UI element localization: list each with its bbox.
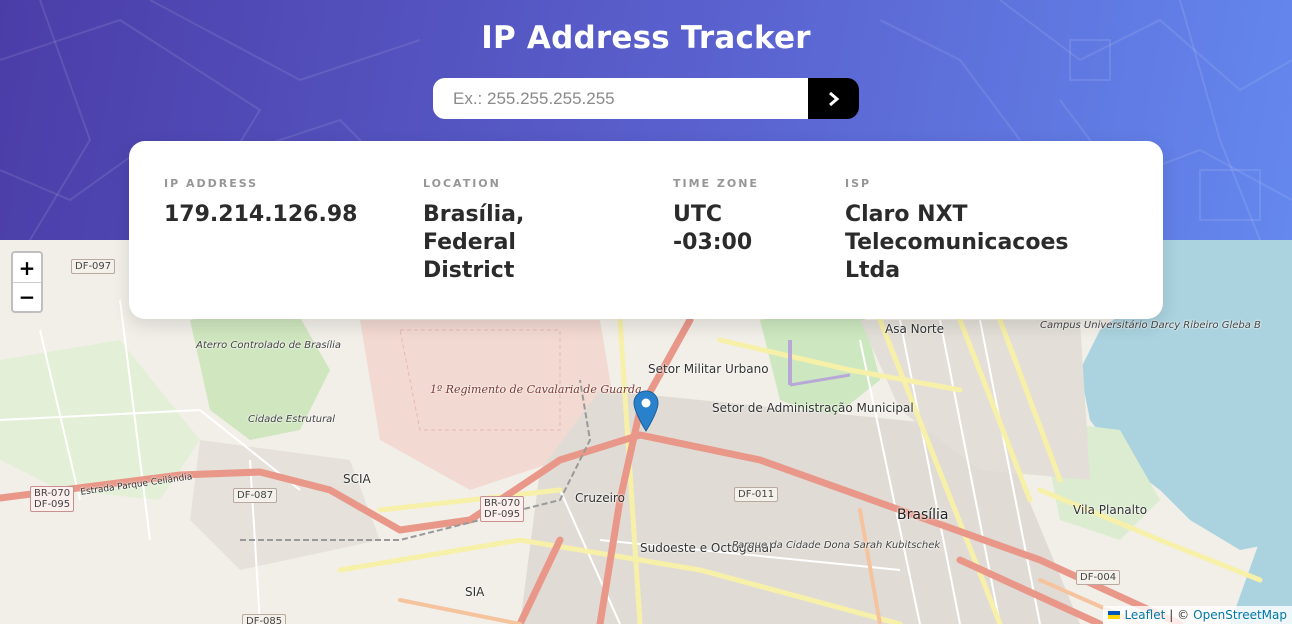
location-marker-icon[interactable]: [633, 390, 659, 432]
ip-search-form: [433, 78, 859, 119]
map-label-cruzeiro: Cruzeiro: [575, 491, 625, 505]
timezone-field: TIME ZONE UTC -03:00: [673, 177, 763, 257]
road-shield-df095-b-text: DF-095: [484, 509, 521, 520]
openstreetmap-link[interactable]: OpenStreetMap: [1193, 608, 1287, 622]
road-shield-br070-a-text: BR-070: [34, 488, 71, 499]
map-label-aterro: Aterro Controlado de Brasília: [196, 340, 342, 351]
map-attribution: Leaflet | © OpenStreetMap: [1103, 606, 1292, 624]
road-shield-br070-b-text: BR-070: [484, 498, 521, 509]
location-field: LOCATION Brasília, Federal District: [423, 177, 563, 285]
ip-address-field: IP ADDRESS 179.214.126.98: [164, 177, 364, 229]
road-shield-df004: DF-004: [1076, 570, 1121, 585]
ip-address-value: 179.214.126.98: [164, 202, 358, 227]
isp-field: ISP Claro NXT Telecomunicacoes Ltda: [845, 177, 1075, 285]
map-zoom-control: + −: [11, 251, 43, 313]
ip-search-input[interactable]: [433, 78, 808, 119]
timezone-label: TIME ZONE: [673, 177, 759, 190]
road-shield-df087: DF-087: [233, 488, 278, 503]
location-label: LOCATION: [423, 177, 501, 190]
map-label-campus: Campus Universitário Darcy Ribeiro Gleba…: [1040, 320, 1261, 331]
zoom-out-button[interactable]: −: [13, 282, 41, 311]
isp-value: Claro NXT Telecomunicacoes Ltda: [845, 202, 1069, 283]
road-shield-df085: DF-085: [242, 614, 287, 624]
map-label-scia: SCIA: [343, 472, 371, 486]
map-label-vila-planalto: Vila Planalto: [1073, 503, 1148, 517]
road-shield-br070-a: BR-070 DF-095: [30, 486, 75, 512]
road-shield-df095-a-text: DF-095: [34, 499, 71, 510]
map-label-asa-norte: Asa Norte: [885, 322, 944, 336]
leaflet-link[interactable]: Leaflet: [1124, 608, 1165, 622]
attribution-separator: | ©: [1169, 608, 1190, 622]
page-title: IP Address Tracker: [481, 20, 811, 56]
zoom-in-button[interactable]: +: [13, 253, 41, 282]
isp-label: ISP: [845, 177, 872, 190]
map-label-sudoeste: Sudoeste e Octogonal: [640, 541, 773, 555]
road-shield-df097: DF-097: [71, 259, 116, 274]
chevron-right-icon: [828, 91, 839, 106]
map-label-setor-admin: Setor de Administração Municipal: [712, 401, 914, 415]
road-shield-df011: DF-011: [734, 487, 779, 502]
map-label-setor-militar: Setor Militar Urbano: [648, 362, 769, 376]
map-label-regimento: 1º Regimento de Cavalaria de Guarda: [430, 383, 642, 396]
ukraine-flag-icon: [1108, 611, 1121, 619]
map-label-brasilia: Brasília: [897, 507, 949, 523]
location-value: Brasília, Federal District: [423, 202, 525, 283]
map-label-parque: Parque da Cidade Dona Sarah Kubitschek: [732, 540, 940, 551]
map-label-sia: SIA: [465, 585, 485, 599]
timezone-value: UTC -03:00: [673, 202, 753, 255]
ip-info-card: IP ADDRESS 179.214.126.98 LOCATION Brasí…: [129, 141, 1163, 319]
road-shield-br070-b: BR-070 DF-095: [480, 496, 525, 522]
search-submit-button[interactable]: [808, 78, 859, 119]
map-label-cidade-estrutural: Cidade Estrutural: [248, 414, 336, 425]
ip-address-label: IP ADDRESS: [164, 177, 259, 190]
